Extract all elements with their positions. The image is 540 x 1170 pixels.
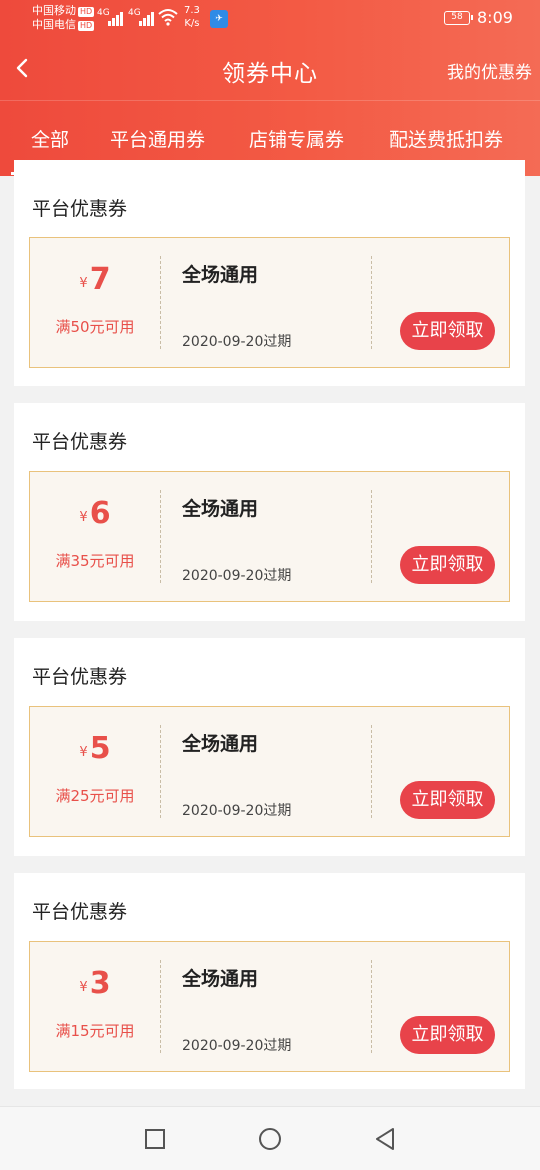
section-title: 平台优惠券 [32,198,128,220]
tab-platform-general[interactable]: 平台通用券 [110,125,205,152]
battery-icon: 58 [444,11,473,25]
coupon-card: 平台优惠券 ¥7 满50元可用 全场通用 2020-09-20过期 立即领取 [14,160,525,386]
coupon-ticket: ¥7 满50元可用 全场通用 2020-09-20过期 立即领取 [29,237,510,368]
section-title: 平台优惠券 [32,901,128,923]
coupon-condition: 满25元可用 [55,787,135,805]
tab-store-exclusive[interactable]: 店铺专属券 [249,125,344,152]
coupon-scope: 全场通用 [182,968,259,990]
divider [371,256,372,349]
square-recents-icon[interactable] [141,1125,169,1153]
coupon-ticket: ¥5 满25元可用 全场通用 2020-09-20过期 立即领取 [29,706,510,837]
coupon-amount: ¥5 [79,731,111,766]
divider [371,725,372,818]
divider [160,960,161,1053]
carrier-1: 中国移动 HD [32,4,95,17]
coupon-condition: 满15元可用 [55,1022,135,1040]
divider [160,490,161,583]
divider [160,725,161,818]
coupon-card: 平台优惠券 ¥5 满25元可用 全场通用 2020-09-20过期 立即领取 [14,638,525,856]
coupon-ticket: ¥3 满15元可用 全场通用 2020-09-20过期 立即领取 [29,941,510,1072]
coupon-expiry: 2020-09-20过期 [182,803,292,819]
network-speed: 7.3 K/s [184,5,200,29]
title-bar: 领券中心 我的优惠券 [0,38,540,100]
section-title: 平台优惠券 [32,431,128,453]
claim-button[interactable]: 立即领取 [400,1016,495,1054]
divider [371,960,372,1053]
triangle-back-icon[interactable] [371,1125,399,1153]
claim-button[interactable]: 立即领取 [400,312,495,350]
wifi-icon [158,9,178,26]
coupon-amount: ¥3 [79,966,111,1001]
claim-button[interactable]: 立即领取 [400,546,495,584]
circle-home-icon[interactable] [256,1125,284,1153]
notification-app-icon: ✈ [210,10,228,28]
coupon-ticket: ¥6 满35元可用 全场通用 2020-09-20过期 立即领取 [29,471,510,602]
tab-delivery-fee[interactable]: 配送费抵扣券 [389,125,503,152]
header: 中国移动 HD 中国电信 HD 4G 4G 7.3 K/s ✈ 58 8:09 领券… [0,0,540,176]
coupon-scope: 全场通用 [182,264,259,286]
signal-icon [139,10,154,26]
coupon-expiry: 2020-09-20过期 [182,1038,292,1054]
coupon-amount: ¥7 [79,262,111,297]
claim-button[interactable]: 立即领取 [400,781,495,819]
tab-all[interactable]: 全部 [31,125,69,152]
coupon-expiry: 2020-09-20过期 [182,334,292,350]
coupon-card: 平台优惠券 ¥3 满15元可用 全场通用 2020-09-20过期 立即领取 [14,873,525,1089]
divider [371,490,372,583]
section-title: 平台优惠券 [32,666,128,688]
system-navigation-bar [0,1106,540,1170]
carrier-info: 中国移动 HD 中国电信 HD [32,4,95,32]
coupon-amount: ¥6 [79,496,111,531]
coupon-expiry: 2020-09-20过期 [182,568,292,584]
signal-icon [108,10,123,26]
clock: 8:09 [477,8,513,27]
my-coupons-link[interactable]: 我的优惠券 [447,58,532,83]
carrier-2: 中国电信 HD [32,18,95,31]
coupon-condition: 满50元可用 [55,318,135,336]
coupon-condition: 满35元可用 [55,552,135,570]
divider [160,256,161,349]
coupon-card: 平台优惠券 ¥6 满35元可用 全场通用 2020-09-20过期 立即领取 [14,403,525,621]
coupon-scope: 全场通用 [182,498,259,520]
coupon-scope: 全场通用 [182,733,259,755]
status-bar: 中国移动 HD 中国电信 HD 4G 4G 7.3 K/s ✈ 58 8:09 [0,0,540,38]
